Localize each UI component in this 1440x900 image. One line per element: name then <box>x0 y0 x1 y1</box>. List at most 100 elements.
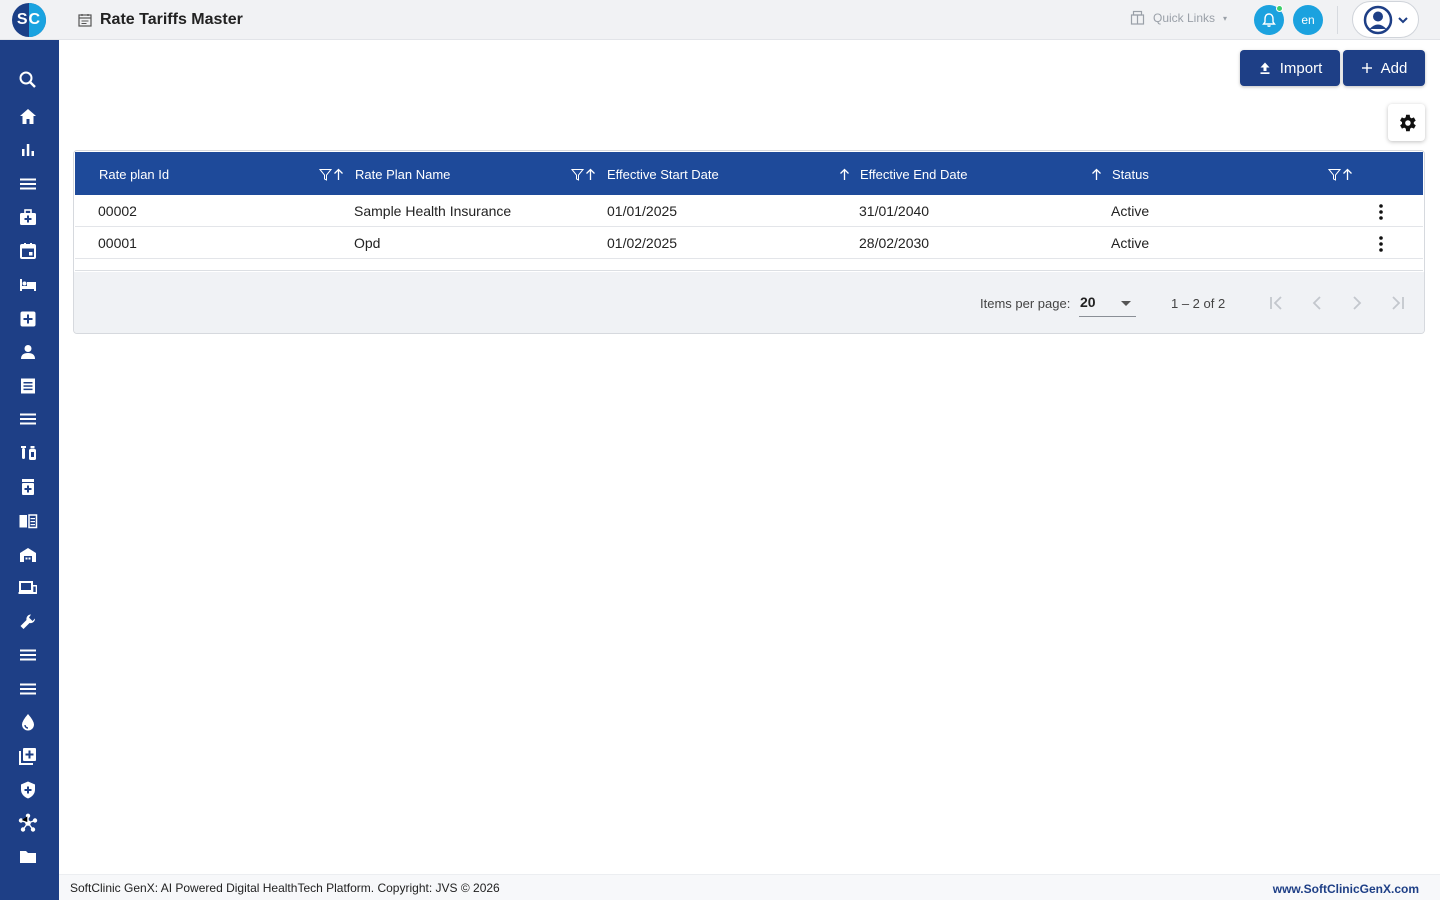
drop-icon <box>22 714 34 731</box>
sidebar-item-menu-3[interactable] <box>17 644 39 666</box>
sidebar-item-menu-4[interactable] <box>17 678 39 700</box>
paginator: Items per page: 20 1 – 2 of 2 <box>74 272 1424 333</box>
column-header-effective-end-date[interactable]: Effective End Date <box>860 167 967 182</box>
last-page-icon[interactable] <box>1387 293 1407 313</box>
sidebar-item-search[interactable] <box>17 69 39 91</box>
table-header-row: Rate plan Id Rate Plan Name Effective St… <box>75 152 1423 195</box>
devices-icon <box>18 581 37 594</box>
bed-icon <box>20 279 36 291</box>
add-label: Add <box>1380 59 1408 77</box>
quick-links-menu[interactable]: Quick Links <box>1153 11 1215 25</box>
column-header-rate-plan-name[interactable]: Rate Plan Name <box>355 167 450 182</box>
calendar-list-icon <box>78 14 92 27</box>
sidebar-item-clinical[interactable] <box>17 308 39 330</box>
page-title: Rate Tariffs Master <box>100 11 243 28</box>
items-per-page-value: 20 <box>1080 294 1096 310</box>
cell-rate-plan-name: Opd <box>354 235 381 251</box>
items-per-page-label: Items per page: <box>980 296 1071 311</box>
import-button[interactable]: Import <box>1240 50 1340 86</box>
sort-arrow-icon[interactable] <box>1091 168 1102 181</box>
sidebar-item-lab[interactable] <box>17 442 39 464</box>
column-header-effective-start-date[interactable]: Effective Start Date <box>607 167 719 182</box>
sidebar-item-patients[interactable] <box>17 341 39 363</box>
sidebar-item-billing[interactable] <box>17 375 39 397</box>
logo-text: SC <box>16 11 42 28</box>
cell-effective-start-date: 01/01/2025 <box>607 203 678 219</box>
table-row[interactable]: 00002 Sample Health Insurance 01/01/2025… <box>75 195 1423 227</box>
language-button[interactable]: en <box>1293 5 1323 35</box>
sidebar-item-home[interactable] <box>17 106 39 128</box>
chevron-down-icon <box>1398 17 1408 24</box>
sidebar-item-services[interactable] <box>17 745 39 767</box>
footer: SoftClinic GenX: AI Powered Digital Heal… <box>59 874 1440 900</box>
sort-arrow-icon[interactable] <box>839 168 850 181</box>
menu-icon <box>20 683 36 695</box>
sidebar-item-maintenance[interactable] <box>17 611 39 633</box>
sidebar-item-documents[interactable] <box>17 846 39 868</box>
dropdown-arrow-icon <box>1121 301 1131 306</box>
sort-arrow-icon[interactable] <box>333 168 344 181</box>
top-bar: SC Rate Tariffs Master Quick Links ▾ en <box>0 0 1440 40</box>
cell-rate-plan-id: 00001 <box>98 235 137 251</box>
chevron-down-icon: ▾ <box>1223 14 1228 23</box>
sidebar-item-menu-1[interactable] <box>17 173 39 195</box>
row-actions-icon[interactable] <box>1373 203 1389 221</box>
sidebar-item-calendar[interactable] <box>17 240 39 262</box>
table-row[interactable]: 00001 Opd 01/02/2025 28/02/2030 Active <box>75 227 1423 259</box>
upload-icon <box>1260 62 1270 74</box>
sort-arrow-icon[interactable] <box>585 168 596 181</box>
sidebar-item-menu-2[interactable] <box>17 408 39 430</box>
menu-icon <box>20 649 36 661</box>
calendar-icon <box>20 243 36 259</box>
sidebar-item-medical[interactable] <box>17 207 39 229</box>
footer-website-link[interactable]: www.SoftClinicGenX.com <box>1273 882 1419 896</box>
sidebar-item-devices[interactable] <box>17 577 39 599</box>
filter-icon[interactable] <box>571 168 584 181</box>
table-scroll-area <box>75 260 1423 271</box>
person-icon <box>21 345 35 359</box>
filter-icon[interactable] <box>319 168 332 181</box>
sidebar-item-blood-bank[interactable] <box>17 711 39 733</box>
sidebar-item-analytics[interactable] <box>17 139 39 161</box>
sidebar-item-pharmacy[interactable] <box>17 476 39 498</box>
add-box-icon <box>19 748 36 765</box>
sidebar-item-insurance[interactable] <box>17 779 39 801</box>
lab-icon <box>21 446 36 460</box>
medical-cross-icon <box>20 311 36 327</box>
filter-icon[interactable] <box>1328 168 1341 181</box>
cell-effective-start-date: 01/02/2025 <box>607 235 678 251</box>
footer-copyright: SoftClinic GenX: AI Powered Digital Heal… <box>70 881 500 895</box>
previous-page-icon[interactable] <box>1307 293 1327 313</box>
folder-icon <box>20 851 36 863</box>
menu-icon <box>20 178 36 190</box>
book-icon <box>19 514 38 529</box>
app-logo[interactable]: SC <box>12 3 46 37</box>
sidebar-item-integrations[interactable] <box>17 812 39 834</box>
header-divider <box>1337 6 1338 34</box>
column-header-rate-plan-id[interactable]: Rate plan Id <box>99 167 169 182</box>
cell-effective-end-date: 31/01/2040 <box>859 203 930 219</box>
row-actions-icon[interactable] <box>1373 235 1389 253</box>
column-header-status[interactable]: Status <box>1112 167 1149 182</box>
import-label: Import <box>1279 59 1323 77</box>
add-button[interactable]: Add <box>1343 50 1425 86</box>
items-per-page-select[interactable]: 20 <box>1079 289 1136 317</box>
sidebar-item-records[interactable] <box>17 510 39 532</box>
home-icon <box>20 109 36 124</box>
table-settings-button[interactable] <box>1388 104 1425 141</box>
store-icon <box>20 548 36 562</box>
sidebar <box>0 40 59 900</box>
sidebar-item-store[interactable] <box>17 544 39 566</box>
rate-tariffs-table: Rate plan Id Rate Plan Name Effective St… <box>73 150 1425 334</box>
medicine-box-icon <box>22 479 34 495</box>
next-page-icon[interactable] <box>1347 293 1367 313</box>
first-page-icon[interactable] <box>1267 293 1287 313</box>
gear-icon <box>1399 114 1416 131</box>
bar-chart-icon <box>22 144 34 156</box>
user-menu-button[interactable] <box>1352 1 1419 38</box>
page-range-label: 1 – 2 of 2 <box>1171 296 1226 311</box>
menu-icon <box>20 413 36 425</box>
sidebar-item-beds[interactable] <box>17 274 39 296</box>
quick-links-icon[interactable] <box>1130 10 1145 25</box>
sort-arrow-icon[interactable] <box>1342 168 1353 181</box>
